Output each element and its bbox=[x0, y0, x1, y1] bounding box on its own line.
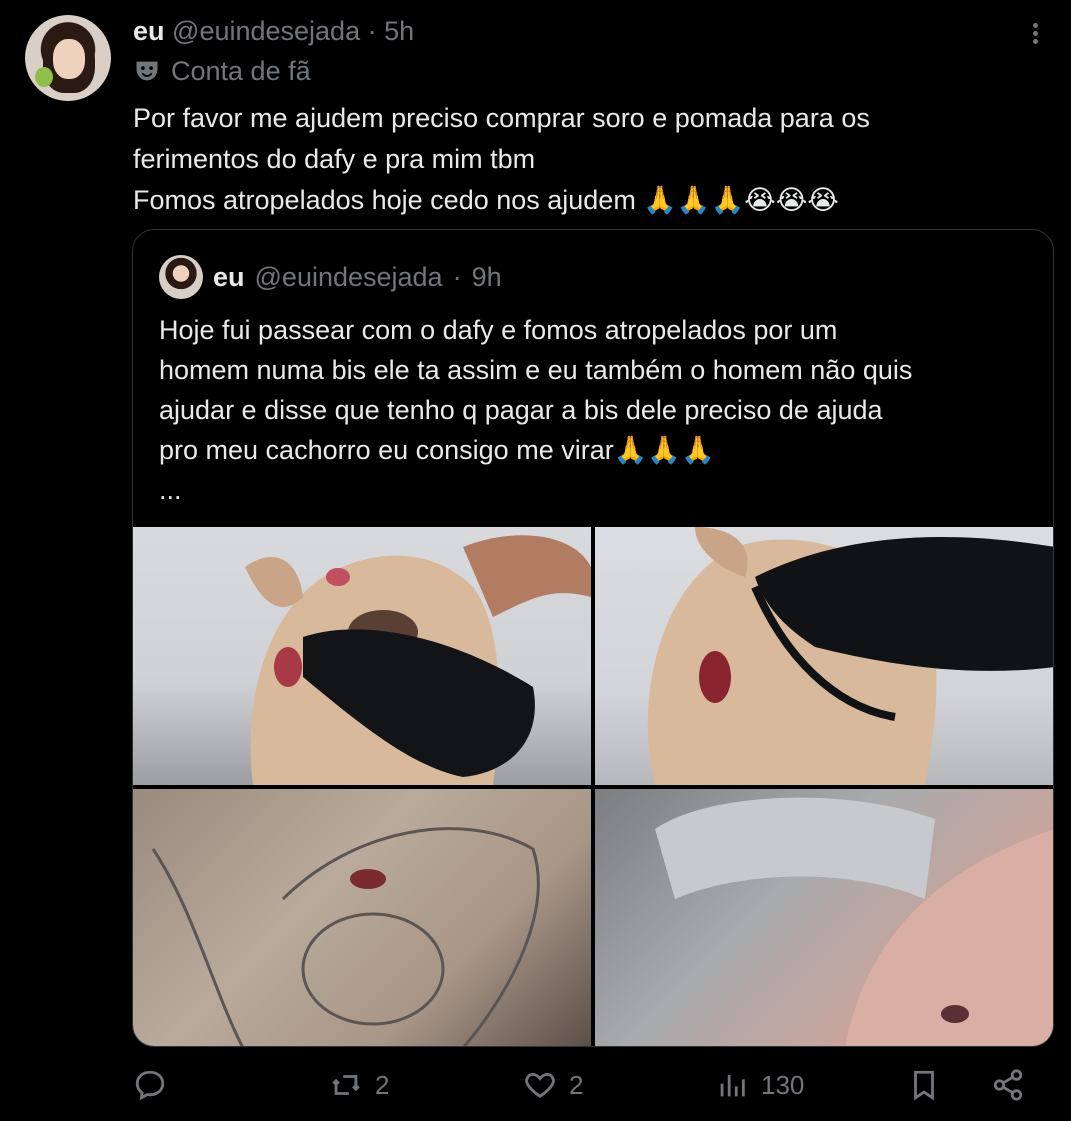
quoted-tweet-header: eu @euindesejada · 9h bbox=[159, 255, 502, 299]
avatar-face bbox=[53, 39, 85, 79]
like-count: 2 bbox=[569, 1069, 584, 1100]
avatar-hand bbox=[35, 67, 53, 87]
views-icon bbox=[720, 1075, 745, 1097]
reply-icon bbox=[135, 1070, 165, 1101]
tweet-text-line: Fomos atropelados hoje cedo nos ajudem 🙏… bbox=[133, 185, 839, 215]
retweet-icon bbox=[332, 1075, 360, 1095]
views-count: 130 bbox=[761, 1069, 805, 1100]
quoted-avatar bbox=[159, 255, 203, 299]
tweet-text-line: ferimentos do dafy e pra mim tbm bbox=[133, 144, 536, 174]
tweet-text: Por favor me ajudem preciso comprar soro… bbox=[133, 98, 1033, 221]
heart-icon bbox=[525, 1072, 555, 1099]
tweet-header: eu @euindesejada · 5h bbox=[133, 14, 414, 48]
avatar[interactable] bbox=[25, 15, 111, 101]
account-label-text: Conta de fã bbox=[171, 56, 311, 86]
quoted-author-name: eu bbox=[213, 262, 245, 292]
quoted-text-line: Hoje fui passear com o dafy e fomos atro… bbox=[159, 315, 838, 345]
theater-mask-icon bbox=[136, 61, 158, 81]
share-icon bbox=[993, 1069, 1023, 1101]
quoted-text-line: pro meu cachorro eu consigo me virar🙏🙏🙏 bbox=[159, 435, 715, 465]
quoted-tweet[interactable]: eu @euindesejada · 9h Hoje fui passear c… bbox=[132, 229, 1054, 1047]
bookmark-button[interactable] bbox=[907, 1068, 941, 1102]
tweet-text-line: Por favor me ajudem preciso comprar soro… bbox=[133, 103, 870, 133]
account-label[interactable]: Conta de fã bbox=[133, 54, 311, 88]
separator-dot: · bbox=[367, 16, 377, 46]
media-photo-knee-wound[interactable] bbox=[595, 789, 1053, 1046]
quoted-text-line: homem numa bis ele ta assim e eu também … bbox=[159, 355, 913, 385]
quoted-text-line: ajudar e disse que tenho q pagar a bis d… bbox=[159, 395, 883, 425]
retweet-button[interactable]: 2 bbox=[329, 1068, 389, 1102]
retweet-count: 2 bbox=[375, 1069, 390, 1100]
quoted-author-handle: @euindesejada bbox=[254, 262, 443, 292]
arm-wound-photo-illustration bbox=[151, 827, 540, 1046]
quoted-text-ellipsis: ... bbox=[159, 475, 182, 505]
more-icon[interactable] bbox=[1021, 20, 1049, 48]
like-button[interactable]: 2 bbox=[523, 1068, 583, 1102]
author-name[interactable]: eu bbox=[133, 16, 165, 46]
share-button[interactable] bbox=[991, 1068, 1025, 1102]
tweet[interactable]: eu @euindesejada · 5h Conta de fã Por fa… bbox=[0, 0, 1071, 1121]
dog-photo-illustration bbox=[245, 535, 591, 785]
media-grid bbox=[133, 527, 1053, 1046]
quoted-tweet-text: Hoje fui passear com o dafy e fomos atro… bbox=[159, 310, 1039, 510]
views-button[interactable]: 130 bbox=[715, 1068, 804, 1102]
media-photo-dog-side[interactable] bbox=[595, 527, 1053, 785]
media-photo-dog-front[interactable] bbox=[133, 527, 591, 785]
separator-dot: · bbox=[452, 262, 462, 292]
knee-wound-photo-illustration bbox=[655, 797, 1053, 1046]
timestamp[interactable]: 5h bbox=[384, 16, 414, 46]
quoted-timestamp: 9h bbox=[471, 262, 502, 292]
author-handle[interactable]: @euindesejada bbox=[172, 16, 360, 46]
dog-side-photo-illustration bbox=[647, 527, 1053, 785]
action-bar: 2 2 130 bbox=[133, 1068, 1053, 1112]
media-photo-arm-wound[interactable] bbox=[133, 789, 591, 1046]
bookmark-icon bbox=[914, 1070, 934, 1101]
reply-button[interactable] bbox=[133, 1068, 179, 1102]
